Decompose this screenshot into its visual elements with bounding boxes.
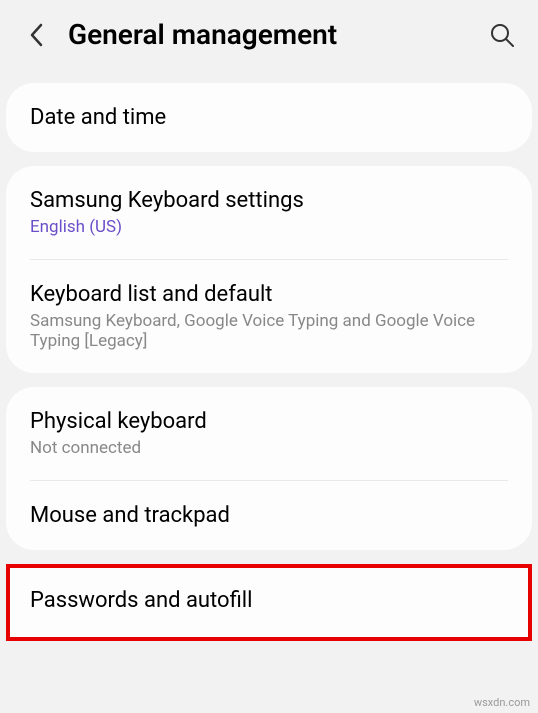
page-title: General management: [68, 18, 488, 51]
search-button[interactable]: [488, 21, 516, 49]
item-subtitle: English (US): [30, 217, 508, 237]
watermark: wsxdn.com: [474, 696, 530, 709]
item-title: Mouse and trackpad: [30, 503, 508, 528]
samsung-keyboard-settings[interactable]: Samsung Keyboard settings English (US): [6, 166, 532, 259]
back-icon: [29, 23, 43, 47]
item-subtitle: Not connected: [30, 438, 508, 458]
item-title: Samsung Keyboard settings: [30, 188, 508, 213]
item-title: Passwords and autofill: [30, 588, 508, 613]
settings-group: Physical keyboard Not connected Mouse an…: [6, 387, 532, 550]
header: General management: [0, 0, 538, 69]
back-button[interactable]: [22, 21, 50, 49]
settings-group: Date and time: [6, 83, 532, 152]
item-title: Physical keyboard: [30, 409, 508, 434]
item-title: Date and time: [30, 105, 508, 130]
search-icon: [489, 22, 515, 48]
item-title: Keyboard list and default: [30, 282, 508, 307]
settings-group: Samsung Keyboard settings English (US) K…: [6, 166, 532, 373]
date-and-time[interactable]: Date and time: [6, 83, 532, 152]
passwords-and-autofill[interactable]: Passwords and autofill: [6, 564, 532, 641]
mouse-and-trackpad[interactable]: Mouse and trackpad: [6, 481, 532, 550]
keyboard-list-and-default[interactable]: Keyboard list and default Samsung Keyboa…: [6, 260, 532, 373]
item-subtitle: Samsung Keyboard, Google Voice Typing an…: [30, 311, 508, 351]
physical-keyboard[interactable]: Physical keyboard Not connected: [6, 387, 532, 480]
